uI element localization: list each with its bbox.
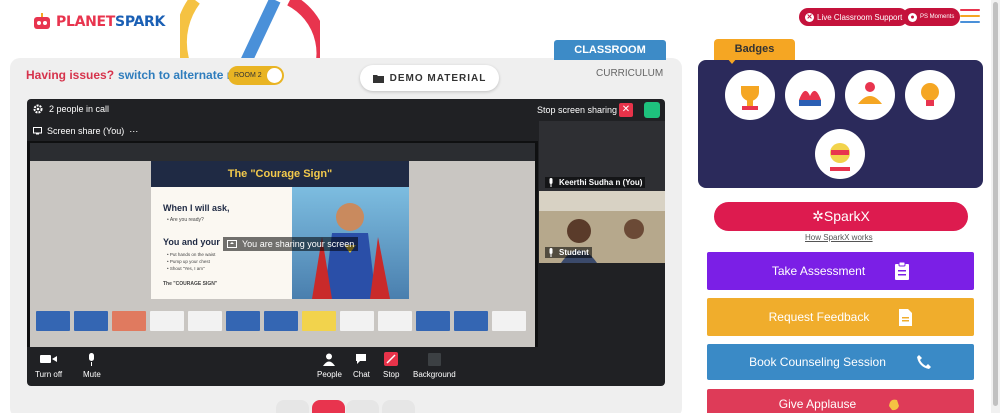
sharing-notice: You are sharing your screen	[223, 237, 359, 251]
picture-in-picture-icon[interactable]	[644, 102, 660, 118]
issues-notice: Having issues? switch to alternate room	[26, 68, 257, 82]
room-toggle[interactable]: ROOM 2	[228, 66, 284, 85]
book-counseling-button[interactable]: Book Counseling Session	[707, 344, 974, 380]
request-feedback-button[interactable]: Request Feedback	[707, 298, 974, 336]
how-sparkx-works-link[interactable]: How SparkX works	[805, 233, 873, 242]
screen-share-header: Screen share (You) ⋯	[27, 121, 538, 141]
page-scrollbar[interactable]	[991, 0, 1000, 413]
present-icon	[227, 239, 237, 248]
clipboard-icon	[895, 262, 910, 280]
stop-screen-sharing-label: Stop screen sharing	[537, 105, 618, 115]
chat-button[interactable]: Chat	[353, 352, 370, 379]
clapping-hands-icon	[889, 399, 900, 411]
give-applause-button[interactable]: Give Applause	[707, 389, 974, 413]
demo-material-button[interactable]: DEMO MATERIAL	[360, 65, 499, 91]
toggle-knob	[267, 68, 282, 83]
stop-share-control-button[interactable]: Stop	[383, 352, 399, 379]
planetspark-logo[interactable]: PLANETSPARK	[32, 12, 165, 32]
mic-icon	[549, 248, 553, 257]
support-icon: ✕	[805, 12, 814, 22]
slide-title: The "Courage Sign"	[151, 161, 409, 187]
shared-screen: The "Courage Sign" When I will ask, • Ar…	[27, 141, 538, 347]
live-classroom-support-button[interactable]: ✕ Live Classroom Support	[799, 8, 909, 26]
slide-thumbnails	[30, 311, 535, 333]
camera-toggle-button[interactable]: Turn off	[35, 352, 62, 379]
badge-mentor-icon[interactable]	[815, 129, 865, 179]
badge-meditation-icon[interactable]	[845, 70, 895, 120]
stop-sharing-button[interactable]: ✕	[619, 103, 633, 117]
sparkx-button[interactable]: ✲SparkX	[714, 202, 968, 231]
moments-icon: ●	[908, 12, 917, 22]
settings-icon[interactable]	[382, 400, 415, 413]
people-icon	[323, 352, 336, 366]
video-call-frame: 2 people in call Stop screen sharing ✕ S…	[27, 99, 665, 386]
stop-share-icon	[384, 352, 399, 366]
screen-icon	[33, 127, 42, 135]
background-icon	[427, 352, 441, 366]
fullscreen-icon[interactable]	[276, 400, 309, 413]
whiteboard-icon[interactable]	[346, 400, 379, 413]
more-options-icon[interactable]: ⋯	[129, 126, 138, 137]
slide: The "Courage Sign" When I will ask, • Ar…	[151, 161, 409, 299]
presentation-toolbar	[30, 143, 535, 161]
sparkle-icon: ✲	[812, 208, 824, 224]
mute-button[interactable]: Mute	[83, 352, 101, 379]
gear-icon	[33, 104, 43, 114]
phone-icon	[916, 355, 931, 369]
menu-hamburger-icon[interactable]	[960, 9, 980, 24]
background-button[interactable]: Background	[413, 352, 456, 379]
microphone-icon	[85, 352, 99, 366]
people-button[interactable]: People	[317, 352, 342, 379]
tab-curriculum[interactable]: CURRICULUM	[596, 68, 663, 79]
ps-moments-button[interactable]: ● PS Moments	[902, 8, 961, 26]
folder-icon	[372, 74, 384, 83]
end-call-icon[interactable]	[312, 400, 345, 413]
call-info[interactable]: 2 people in call	[33, 104, 109, 114]
participant-tile-student: Student	[539, 191, 665, 263]
document-icon	[899, 308, 913, 326]
call-controls: Turn off Mute People Chat Stop Backgroun…	[27, 347, 665, 386]
badge-lightbulb-icon[interactable]	[905, 70, 955, 120]
camera-icon	[39, 352, 58, 366]
badges-tab: Badges	[714, 39, 795, 60]
take-assessment-button[interactable]: Take Assessment	[707, 252, 974, 290]
participant-tile-you: Keerthi Sudha n (You)	[539, 121, 665, 191]
robot-logo-icon	[34, 13, 50, 29]
mic-icon	[549, 178, 553, 187]
tab-classroom[interactable]: CLASSROOM	[554, 40, 666, 60]
badge-trophy-icon[interactable]	[725, 70, 775, 120]
chat-icon	[355, 352, 367, 366]
badge-hands-icon[interactable]	[785, 70, 835, 120]
